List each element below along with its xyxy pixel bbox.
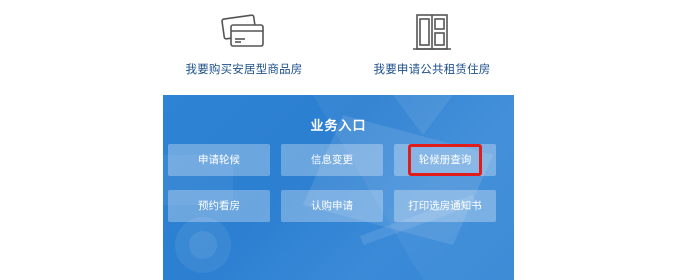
waiting-list-query-button[interactable]: 轮候册查询	[394, 144, 496, 176]
info-change-button[interactable]: 信息变更	[281, 144, 383, 176]
rent-public-housing-label: 我要申请公共租赁住房	[373, 62, 491, 76]
panel-title: 业务入口	[310, 119, 367, 134]
business-entry-panel: 业务入口 申请轮候 信息变更 轮候册查询 预约看房 认购申请 打印选房通知书	[163, 95, 514, 280]
print-selection-notice-button[interactable]: 打印选房通知书	[394, 190, 496, 222]
rent-public-housing-link[interactable]: 我要申请公共租赁住房	[312, 0, 552, 90]
book-viewing-button[interactable]: 预约看房	[168, 190, 270, 222]
credit-card-icon	[221, 14, 264, 47]
window-building-icon	[413, 14, 451, 50]
purchase-application-button[interactable]: 认购申请	[281, 190, 383, 222]
apply-waiting-button[interactable]: 申请轮候	[168, 144, 270, 176]
